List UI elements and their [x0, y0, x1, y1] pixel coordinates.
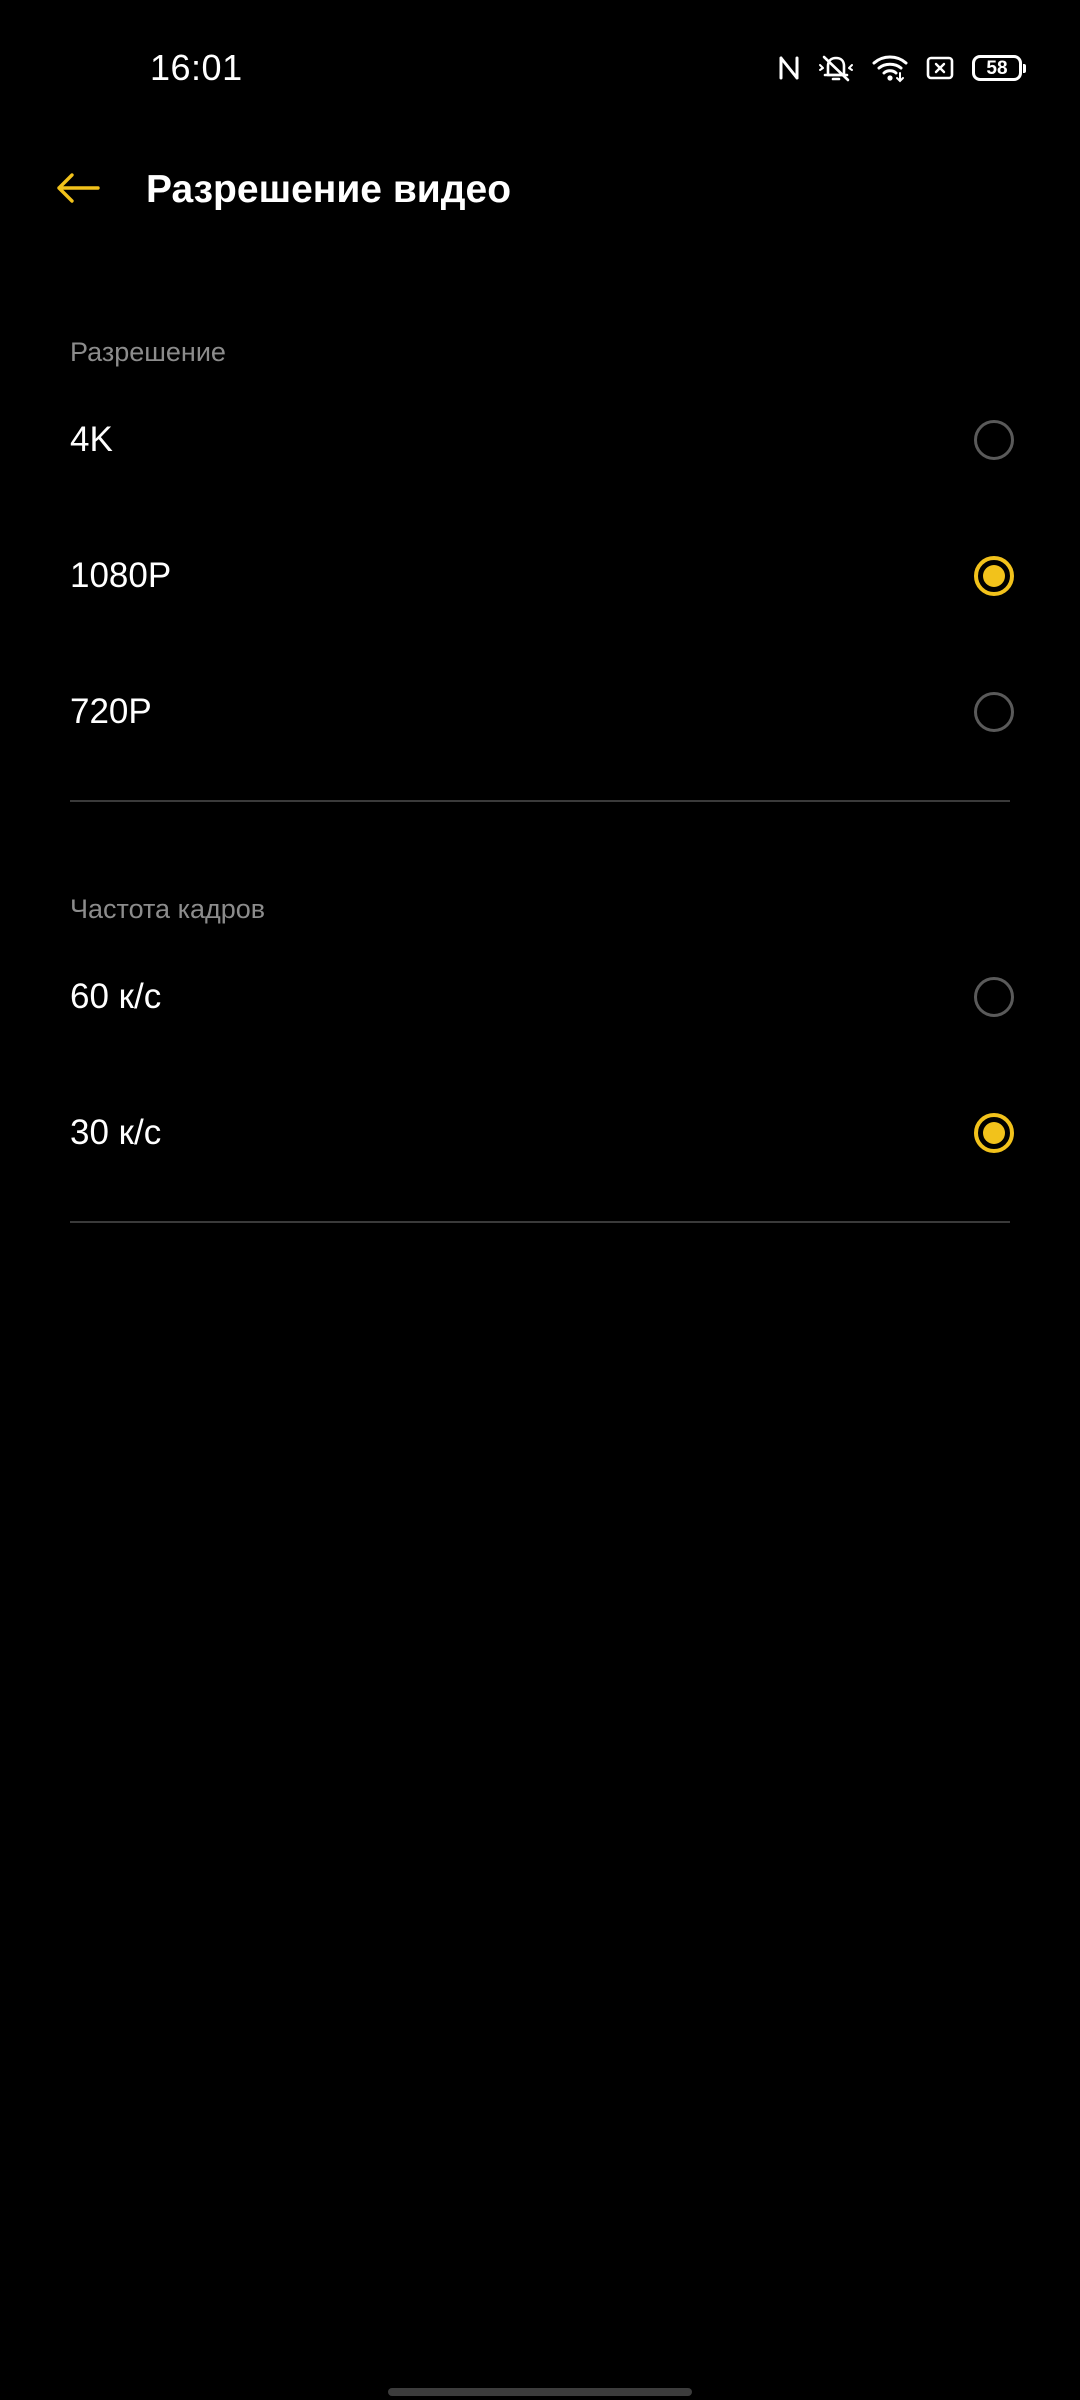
- status-icons: 58: [778, 52, 1026, 84]
- section-header-framerate: Частота кадров: [70, 894, 266, 924]
- sim-off-icon: [926, 55, 954, 81]
- option-label: 60 к/с: [70, 977, 162, 1016]
- divider: [70, 800, 1010, 802]
- wifi-icon: [872, 53, 908, 83]
- arrow-left-icon: [55, 171, 101, 210]
- radio-button[interactable]: [974, 977, 1014, 1017]
- battery-icon: 58: [972, 55, 1026, 81]
- option-1080p[interactable]: 1080P: [0, 508, 1080, 644]
- radio-button-selected[interactable]: [974, 556, 1014, 596]
- back-button[interactable]: [40, 160, 116, 220]
- option-label: 1080P: [70, 556, 172, 595]
- option-60fps[interactable]: 60 к/с: [0, 929, 1080, 1065]
- option-label: 720P: [70, 692, 152, 731]
- option-720p[interactable]: 720P: [0, 644, 1080, 780]
- option-4k[interactable]: 4K: [0, 372, 1080, 508]
- divider: [70, 1221, 1010, 1223]
- option-30fps[interactable]: 30 к/с: [0, 1065, 1080, 1201]
- battery-level: 58: [986, 57, 1008, 79]
- page-title: Разрешение видео: [146, 168, 512, 211]
- nfc-icon: [778, 54, 800, 82]
- section-header-resolution: Разрешение: [70, 337, 226, 367]
- radio-button-selected[interactable]: [974, 1113, 1014, 1153]
- bell-off-icon: [818, 53, 854, 83]
- radio-button[interactable]: [974, 420, 1014, 460]
- home-indicator[interactable]: [388, 2388, 692, 2396]
- app-header: Разрешение видео: [0, 140, 1080, 240]
- option-label: 4K: [70, 420, 113, 459]
- status-time: 16:01: [150, 47, 243, 88]
- option-label: 30 к/с: [70, 1113, 162, 1152]
- radio-button[interactable]: [974, 692, 1014, 732]
- status-bar: 16:01 58: [0, 0, 1080, 130]
